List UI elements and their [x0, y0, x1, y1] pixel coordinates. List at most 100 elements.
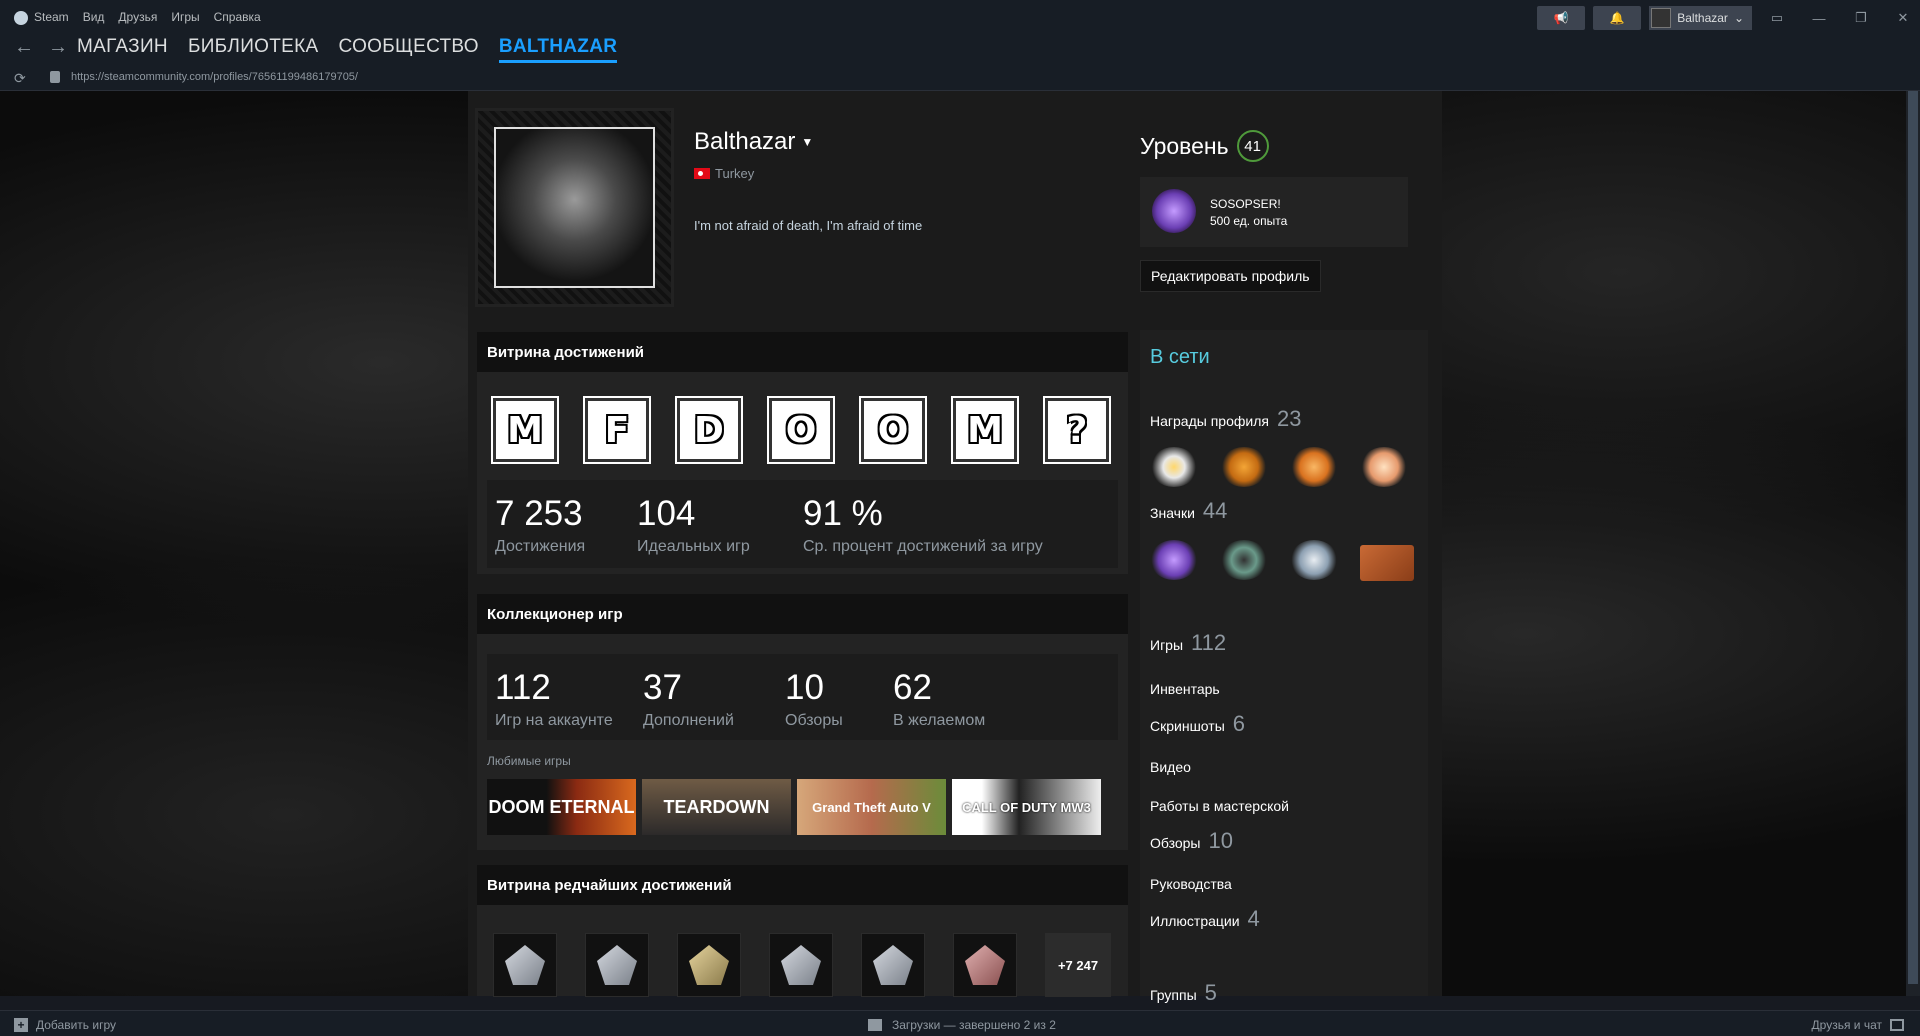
announcements-button[interactable]: 📢 — [1537, 6, 1586, 30]
edit-profile-button[interactable]: Редактировать профиль — [1140, 260, 1321, 292]
avatar-image — [494, 127, 655, 288]
stat-wishlist[interactable]: 62 В желаемом — [893, 668, 985, 730]
user-name: Balthazar — [1677, 11, 1728, 25]
stat-label: Игр на аккаунте — [495, 712, 613, 729]
achievement-tile[interactable]: F — [583, 396, 651, 464]
sidebar-guides[interactable]: Руководства — [1150, 876, 1232, 892]
friends-chat-button[interactable]: Друзья и чат — [1812, 1018, 1904, 1032]
artwork-label: Иллюстрации — [1150, 913, 1240, 929]
sidebar-reviews[interactable]: Обзоры 10 — [1150, 828, 1233, 854]
medal-icon — [873, 945, 913, 985]
groups-count: 5 — [1204, 980, 1217, 1005]
stat-achievements[interactable]: 7 253 Достижения — [495, 494, 585, 556]
url-text[interactable]: https://steamcommunity.com/profiles/7656… — [71, 71, 358, 83]
inventory-label: Инвентарь — [1150, 681, 1220, 697]
achievement-tile[interactable]: O — [767, 396, 835, 464]
rare-achievement-tile[interactable] — [769, 933, 833, 997]
achievement-tile[interactable]: M — [951, 396, 1019, 464]
profile-sidebar: В сети Награды профиля 23 Значки 44 Игры 11… — [1140, 330, 1428, 1005]
add-game-button[interactable]: + Добавить игру — [14, 1018, 116, 1032]
achievement-tile[interactable]: O — [859, 396, 927, 464]
rare-achievement-tile[interactable] — [953, 933, 1017, 997]
downloads-label: Загрузки — завершено 2 из 2 — [892, 1018, 1056, 1032]
badge-icon[interactable] — [1360, 545, 1414, 581]
featured-badge[interactable]: SOSOPSER! 500 ед. опыта — [1140, 177, 1408, 247]
screenshots-count: 6 — [1232, 711, 1246, 736]
profile-name[interactable]: Balthazar ▼ — [694, 128, 813, 156]
notifications-button[interactable]: 🔔 — [1593, 6, 1642, 30]
menu-help[interactable]: Справка — [214, 10, 261, 24]
section-title: Витрина редчайших достижений — [477, 865, 1128, 905]
refresh-icon[interactable]: ⟳ — [14, 70, 26, 87]
back-arrow-icon[interactable]: ← — [14, 36, 34, 59]
sidebar-inventory[interactable]: Инвентарь — [1150, 681, 1220, 697]
download-icon — [868, 1019, 882, 1031]
level-badge[interactable]: 41 — [1236, 130, 1269, 162]
achievement-tile[interactable]: ? — [1043, 396, 1111, 464]
sidebar-artwork[interactable]: Иллюстрации 4 — [1150, 906, 1260, 932]
award-icon[interactable] — [1150, 447, 1198, 487]
stat-reviews[interactable]: 10 Обзоры — [785, 668, 843, 730]
sidebar-workshop[interactable]: Работы в мастерской — [1150, 798, 1289, 814]
stat-dlc[interactable]: 37 Дополнений — [643, 668, 734, 730]
stat-games[interactable]: 112 Игр на аккаунте — [495, 668, 613, 730]
close-button[interactable]: ✕ — [1886, 10, 1920, 26]
achievement-showcase: Витрина достижений M F D O O M ? 7 253 До… — [477, 332, 1128, 574]
nav-profile[interactable]: BALTHAZAR — [498, 36, 618, 63]
sidebar-awards[interactable]: Награды профиля 23 — [1150, 406, 1301, 432]
rare-achievement-tile[interactable] — [861, 933, 925, 997]
page-scrollbar[interactable] — [1906, 91, 1920, 996]
section-title: Коллекционер игр — [477, 594, 1128, 634]
nav-store[interactable]: МАГАЗИН — [77, 36, 168, 63]
stat-label: Достижения — [495, 538, 586, 555]
sidebar-badges[interactable]: Значки 44 — [1150, 498, 1227, 524]
nav-community[interactable]: СООБЩЕСТВО — [338, 36, 478, 63]
menu-view[interactable]: Вид — [83, 10, 105, 24]
game-gta-v[interactable]: Grand Theft Auto V — [797, 779, 946, 835]
achievement-tile[interactable]: D — [675, 396, 743, 464]
scrollbar-thumb[interactable] — [1908, 91, 1918, 984]
videos-label: Видео — [1150, 759, 1191, 775]
sidebar-games[interactable]: Игры 112 — [1150, 630, 1226, 656]
title-bar: Steam Вид Друзья Игры Справка 📢 🔔 Baltha… — [0, 0, 1920, 36]
game-teardown[interactable]: TEARDOWN — [642, 779, 791, 835]
badge-icon[interactable] — [1220, 540, 1268, 580]
minimize-button[interactable]: — — [1802, 11, 1836, 26]
rare-achievements-showcase: Витрина редчайших достижений +7 247 — [477, 865, 1128, 997]
badge-icon[interactable] — [1150, 540, 1198, 580]
award-icon[interactable] — [1220, 447, 1268, 487]
achievement-tile[interactable]: M — [491, 396, 559, 464]
award-icon[interactable] — [1290, 447, 1338, 487]
groups-label: Группы — [1150, 987, 1197, 1003]
big-picture-button[interactable]: ▭ — [1760, 10, 1794, 26]
add-game-label: Добавить игру — [36, 1018, 116, 1032]
nav-library[interactable]: БИБЛИОТЕКА — [188, 36, 319, 63]
rare-achievement-tile[interactable] — [493, 933, 557, 997]
close-icon: ✕ — [1897, 10, 1909, 25]
rare-achievement-tile[interactable] — [585, 933, 649, 997]
sidebar-screenshots[interactable]: Скриншоты 6 — [1150, 711, 1245, 737]
turkey-flag-icon — [694, 168, 710, 179]
menu-games[interactable]: Игры — [171, 10, 199, 24]
game-cod-mw3[interactable]: CALL OF DUTY MW3 — [952, 779, 1101, 835]
restore-button[interactable]: ❐ — [1844, 10, 1878, 26]
profile-country: Turkey — [694, 166, 754, 181]
badge-xp: 500 ед. опыта — [1210, 214, 1288, 228]
badge-icon[interactable] — [1290, 540, 1338, 580]
menu-steam[interactable]: Steam — [14, 10, 69, 25]
menu-friends[interactable]: Друзья — [118, 10, 157, 24]
rare-achievement-tile[interactable] — [677, 933, 741, 997]
sidebar-videos[interactable]: Видео — [1150, 759, 1191, 775]
award-icon[interactable] — [1360, 447, 1408, 487]
game-doom-eternal[interactable]: DOOM ETERNAL — [487, 779, 636, 835]
menu-bar: Steam Вид Друзья Игры Справка — [14, 10, 261, 25]
sidebar-groups[interactable]: Группы 5 — [1150, 980, 1217, 1006]
user-avatar — [1651, 8, 1672, 28]
stat-perfect-games[interactable]: 104 Идеальных игр — [637, 494, 750, 556]
downloads-status[interactable]: Загрузки — завершено 2 из 2 — [868, 1018, 1056, 1032]
more-achievements-button[interactable]: +7 247 — [1045, 933, 1111, 997]
plus-icon: + — [14, 1018, 28, 1032]
forward-arrow-icon[interactable]: → — [48, 36, 68, 59]
stat-label: Обзоры — [785, 712, 843, 729]
user-menu-button[interactable]: Balthazar ⌄ — [1649, 6, 1752, 30]
